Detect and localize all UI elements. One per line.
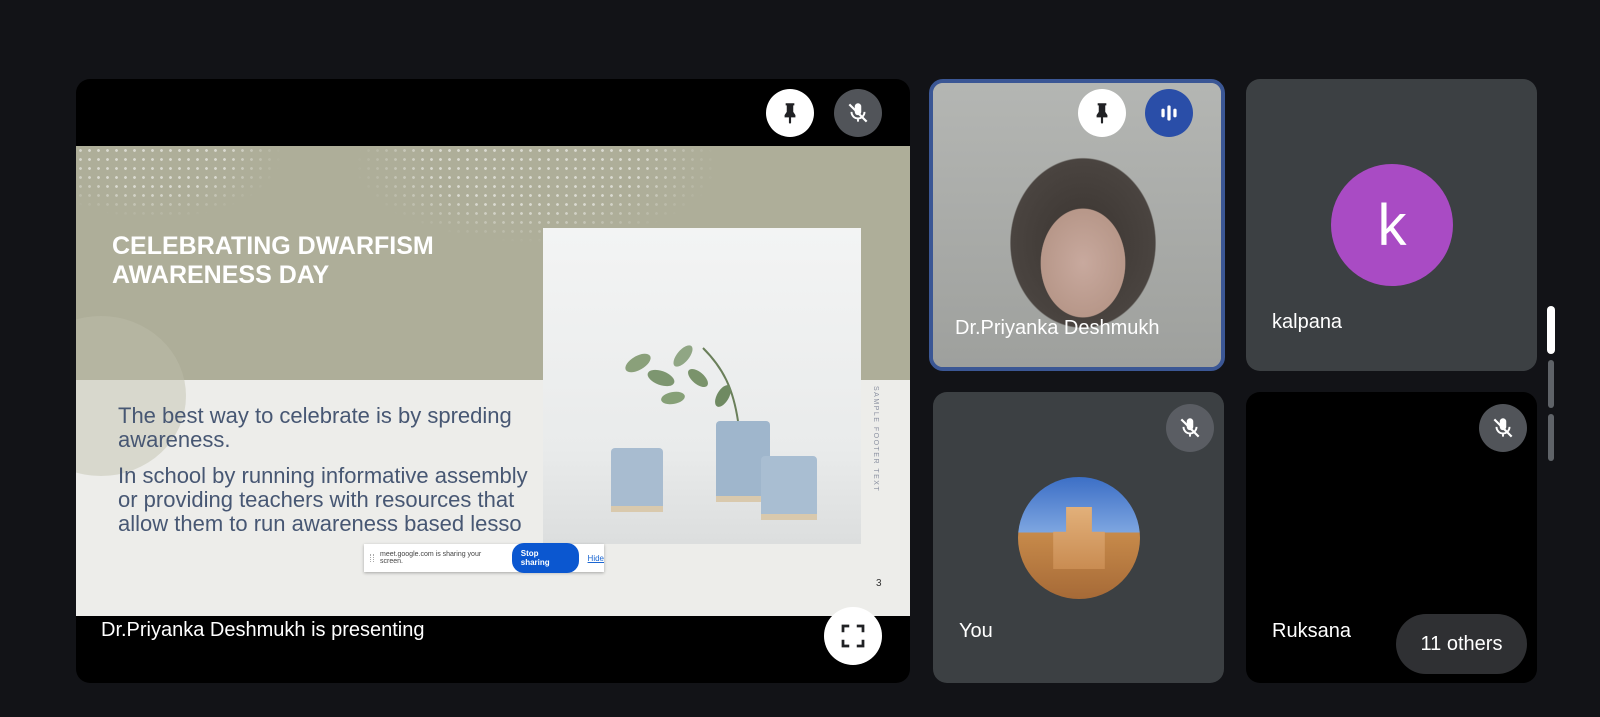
hide-link[interactable]: Hide bbox=[588, 554, 604, 563]
vases-illustration bbox=[611, 345, 817, 520]
scrollbar-thumb[interactable] bbox=[1547, 306, 1555, 354]
audio-level-icon bbox=[1161, 105, 1177, 121]
participants-scrollbar[interactable] bbox=[1547, 306, 1555, 461]
avatar: k bbox=[1331, 164, 1453, 286]
slide-page-number: 3 bbox=[876, 578, 882, 589]
speaking-indicator bbox=[1145, 89, 1193, 137]
pin-button[interactable] bbox=[1078, 89, 1126, 137]
slide-footer-text: SAMPLE FOOTER TEXT bbox=[872, 386, 879, 493]
pin-icon bbox=[784, 103, 796, 124]
pin-button[interactable] bbox=[766, 89, 814, 137]
participant-tile-ruksana[interactable]: Ruksana 11 others bbox=[1246, 392, 1537, 683]
avatar bbox=[1018, 477, 1140, 599]
presentation-tile[interactable]: CELEBRATING DWARFISM AWARENESS DAY The b… bbox=[76, 79, 910, 683]
participant-name: You bbox=[959, 620, 993, 642]
slide-photo-vases bbox=[543, 228, 861, 544]
fullscreen-icon bbox=[841, 624, 865, 648]
mic-off-icon bbox=[848, 103, 868, 123]
mic-off-indicator bbox=[1479, 404, 1527, 452]
scrollbar-track-segment bbox=[1548, 414, 1554, 461]
participant-name: Dr.Priyanka Deshmukh bbox=[955, 317, 1160, 339]
mic-off-icon bbox=[1493, 418, 1513, 438]
slide-body-paragraph-2: In school by running informative assembl… bbox=[118, 463, 528, 536]
pin-icon bbox=[1096, 103, 1108, 124]
shared-slide: CELEBRATING DWARFISM AWARENESS DAY The b… bbox=[76, 146, 910, 616]
screen-share-notification-bar: meet.google.com is sharing your screen. … bbox=[364, 543, 604, 573]
mic-off-indicator bbox=[1166, 404, 1214, 452]
participant-tile-you[interactable]: You bbox=[933, 392, 1224, 683]
slide-title: CELEBRATING DWARFISM AWARENESS DAY bbox=[112, 232, 434, 289]
slide-body-paragraph-1: The best way to celebrate is by spreding… bbox=[118, 403, 512, 452]
others-button[interactable]: 11 others bbox=[1396, 614, 1527, 674]
scrollbar-track-segment bbox=[1548, 360, 1554, 408]
participant-tile-kalpana[interactable]: k kalpana bbox=[1246, 79, 1537, 371]
participant-tile-dr-priyanka[interactable]: Dr.Priyanka Deshmukh bbox=[929, 79, 1225, 371]
fullscreen-button[interactable] bbox=[824, 607, 882, 665]
avatar-image bbox=[1053, 507, 1105, 569]
share-message: meet.google.com is sharing your screen. bbox=[380, 551, 482, 565]
mic-off-icon bbox=[1180, 418, 1200, 438]
drag-handle-icon[interactable] bbox=[370, 554, 374, 562]
mic-off-indicator bbox=[834, 89, 882, 137]
participant-name: kalpana bbox=[1272, 311, 1343, 333]
presenting-label: Dr.Priyanka Deshmukh is presenting bbox=[101, 619, 425, 641]
stop-sharing-button[interactable]: Stop sharing bbox=[511, 543, 579, 573]
participant-name: Ruksana bbox=[1272, 620, 1351, 642]
